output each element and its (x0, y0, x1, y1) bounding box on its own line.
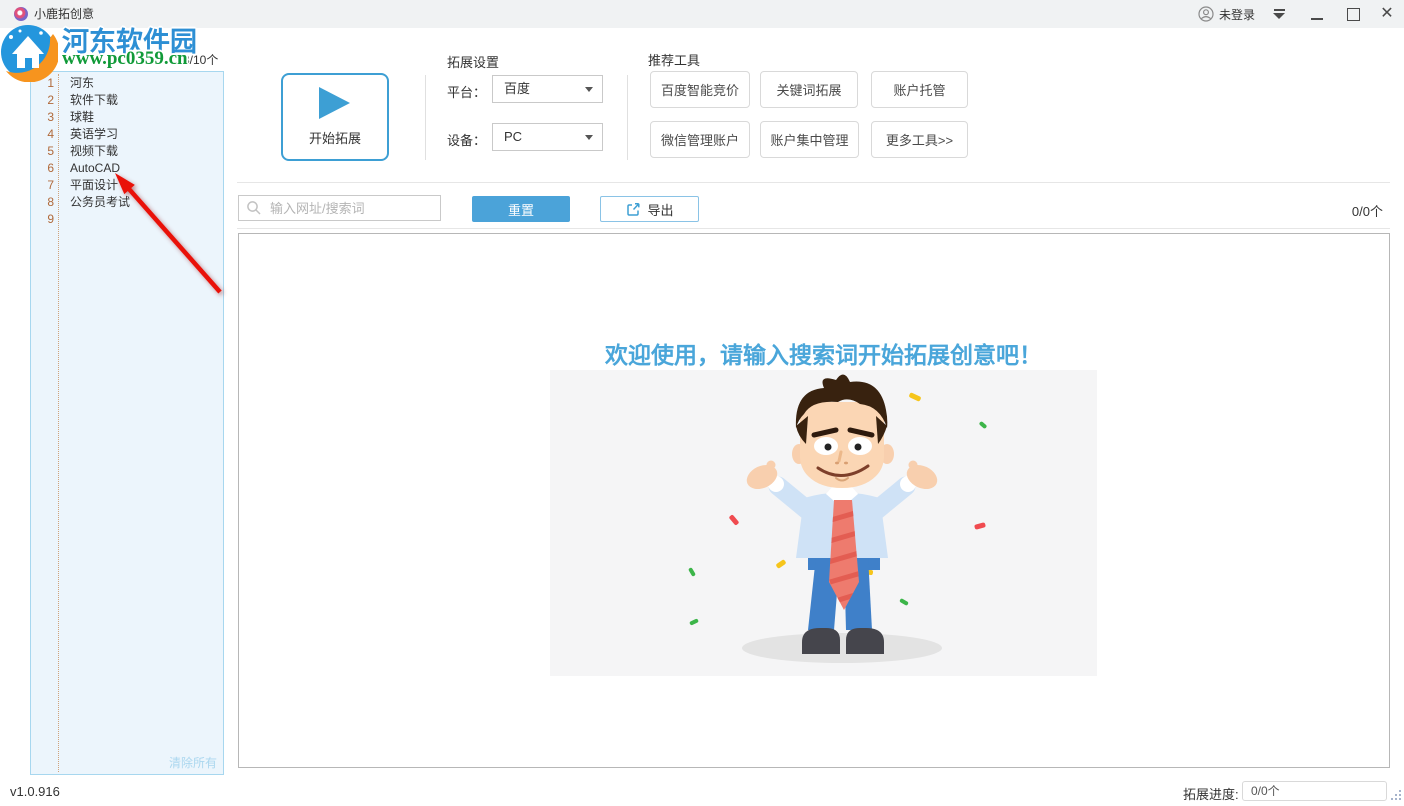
search-term-text: 平面设计 (61, 177, 118, 194)
search-icon (246, 200, 262, 216)
line-number: 5 (31, 143, 61, 160)
search-term-row[interactable]: 8公务员考试 (31, 194, 223, 211)
line-number: 2 (31, 92, 61, 109)
export-icon (625, 201, 641, 217)
clear-all-button[interactable]: 清除所有 (169, 754, 217, 771)
search-term-text (61, 211, 70, 228)
divider (237, 228, 1390, 229)
welcome-message: 欢迎使用，请输入搜索词开始拓展创意吧！ (550, 336, 1097, 370)
search-term-row[interactable]: 9 (31, 211, 223, 228)
search-term-text: 河东 (61, 75, 94, 92)
search-input[interactable] (268, 200, 448, 217)
search-term-row[interactable]: 4英语学习 (31, 126, 223, 143)
search-term-text: 视频下载 (61, 143, 118, 160)
window-titlebar: 小鹿拓创意 未登录 ✕ (0, 0, 1404, 28)
platform-label: 平台： (447, 82, 486, 101)
line-number: 1 (31, 75, 61, 92)
chevron-down-icon (585, 87, 593, 92)
platform-select[interactable]: 百度 (492, 75, 603, 103)
window-title: 小鹿拓创意 (34, 0, 94, 28)
tool-button-baidu-smart-bid[interactable]: 百度智能竞价 (650, 71, 750, 108)
search-term-row[interactable]: 3球鞋 (31, 109, 223, 126)
resize-grip-icon (1390, 789, 1402, 801)
watermark-site-url: www.pc0359.cn (62, 48, 188, 70)
login-menu[interactable]: 未登录 (1198, 4, 1285, 24)
divider (237, 182, 1390, 183)
search-input-box[interactable] (238, 195, 441, 221)
tool-button-account-central[interactable]: 账户集中管理 (760, 121, 859, 158)
device-label: 设备： (447, 130, 486, 149)
tool-button-more-tools[interactable]: 更多工具>> (871, 121, 968, 158)
search-term-text: 公务员考试 (61, 194, 130, 211)
search-term-list: 1河东 2软件下载 3球鞋 4英语学习 5视频下载 6AutoCAD 7平面设计… (31, 75, 223, 228)
app-logo-icon (14, 7, 28, 21)
shrugging-man-illustration (550, 370, 1097, 676)
dropdown-caret-icon[interactable] (1273, 9, 1285, 19)
line-number: 6 (31, 160, 61, 177)
progress-display: 0/0个 (1242, 781, 1387, 801)
divider (627, 75, 628, 160)
close-button[interactable]: ✕ (1374, 2, 1400, 26)
login-status: 未登录 (1219, 6, 1255, 23)
export-button[interactable]: 导出 (600, 196, 699, 222)
minimize-button[interactable] (1304, 2, 1330, 26)
welcome-illustration (550, 370, 1097, 676)
line-number: 8 (31, 194, 61, 211)
tool-button-wechat-account[interactable]: 微信管理账户 (650, 121, 750, 158)
result-count: 0/0个 (1313, 201, 1383, 220)
search-term-row[interactable]: 2软件下载 (31, 92, 223, 109)
search-term-text: AutoCAD (61, 160, 120, 177)
search-term-row[interactable]: 1河东 (31, 75, 223, 92)
line-number: 9 (31, 211, 61, 228)
search-term-row[interactable]: 5视频下载 (31, 143, 223, 160)
search-terms-header: 搜索词 (10, 51, 46, 68)
tool-button-account-hosting[interactable]: 账户托管 (871, 71, 968, 108)
maximize-button[interactable] (1340, 2, 1366, 26)
app-version: v1.0.916 (10, 784, 60, 799)
search-term-text: 球鞋 (61, 109, 94, 126)
reset-button[interactable]: 重置 (472, 196, 570, 222)
expand-settings-title: 拓展设置 (447, 52, 499, 71)
divider (425, 75, 426, 160)
search-term-row[interactable]: 7平面设计 (31, 177, 223, 194)
line-number: 3 (31, 109, 61, 126)
search-term-row[interactable]: 6AutoCAD (31, 160, 223, 177)
play-icon (319, 87, 350, 119)
tool-button-keyword-expand[interactable]: 关键词拓展 (760, 71, 858, 108)
recommended-tools-title: 推荐工具 (648, 50, 700, 69)
chevron-down-icon (585, 135, 593, 140)
user-icon (1198, 6, 1214, 22)
device-select[interactable]: PC (492, 123, 603, 151)
search-term-text: 软件下载 (61, 92, 118, 109)
line-number: 7 (31, 177, 61, 194)
search-term-text: 英语学习 (61, 126, 118, 143)
start-expand-button[interactable]: 开始拓展 (281, 73, 389, 161)
progress-label: 拓展进度: (1183, 784, 1239, 803)
search-terms-editor[interactable]: 1河东 2软件下载 3球鞋 4英语学习 5视频下载 6AutoCAD 7平面设计… (30, 71, 224, 775)
resize-grip[interactable] (1390, 788, 1402, 806)
search-terms-count: 8/10个 (183, 51, 218, 68)
line-number: 4 (31, 126, 61, 143)
